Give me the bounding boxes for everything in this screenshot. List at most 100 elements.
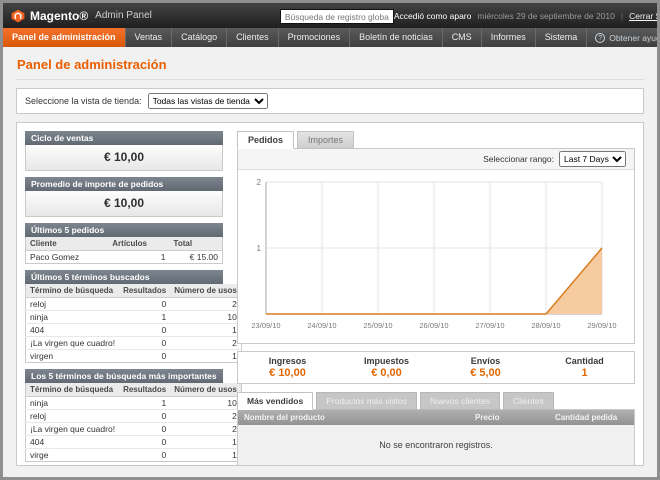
tab-mas-vendidos[interactable]: Más vendidos — [237, 392, 313, 410]
table-row[interactable]: ¡La virgen que cuadro! 0 2 — [26, 337, 242, 350]
logout-link[interactable]: Cerrar Sesión — [629, 11, 657, 21]
column-header: Cliente — [26, 237, 109, 251]
svg-text:2: 2 — [257, 178, 262, 187]
svg-text:27/09/10: 27/09/10 — [475, 321, 504, 330]
svg-text:28/09/10: 28/09/10 — [531, 321, 560, 330]
last-orders-box: Últimos 5 pedidos Cliente Artículos Tota… — [25, 223, 223, 264]
last-orders-table: Cliente Artículos Total Paco Gomez 1 € 1… — [25, 237, 223, 264]
nav-item-sistema[interactable]: Sistema — [536, 28, 588, 47]
orders-chart: 1 2 23/09/10 24/09/10 25/09/10 26/09/10 27/09/… — [242, 174, 622, 338]
help-icon: ? — [595, 33, 605, 43]
stat-envios: Envíos € 5,00 — [436, 356, 535, 379]
page-title: Panel de administración — [16, 53, 644, 80]
average-orders-title: Promedio de importe de pedidos — [25, 177, 223, 191]
chart-box: Seleccionar rango: Last 7 Days 1 2 23/09/1… — [237, 148, 635, 344]
column-header: Precio — [469, 410, 549, 425]
tab-importes[interactable]: Importes — [297, 131, 354, 149]
global-search-input[interactable] — [280, 9, 394, 24]
average-orders-value: € 10,00 — [25, 191, 223, 217]
nav-item-clientes[interactable]: Clientes — [227, 28, 279, 47]
column-header: Número de usos — [170, 284, 241, 298]
column-header: Número de usos — [170, 383, 241, 397]
nav-item-cms[interactable]: CMS — [443, 28, 482, 47]
top-search-terms-table: Término de búsqueda Resultados Número de… — [25, 383, 242, 462]
table-row[interactable]: Paco Gomez 1 € 15.00 — [26, 251, 223, 264]
svg-text:25/09/10: 25/09/10 — [363, 321, 392, 330]
stat-ingresos: Ingresos € 10,00 — [238, 356, 337, 379]
nav-item-informes[interactable]: Informes — [482, 28, 536, 47]
range-select[interactable]: Last 7 Days — [559, 151, 626, 167]
nav-item-dashboard[interactable]: Panel de administración — [3, 28, 126, 47]
last-orders-title: Últimos 5 pedidos — [25, 223, 223, 237]
column-header: Término de búsqueda — [26, 383, 120, 397]
svg-text:29/09/10: 29/09/10 — [587, 321, 616, 330]
svg-text:24/09/10: 24/09/10 — [307, 321, 336, 330]
table-row[interactable]: virge 0 1 — [26, 449, 242, 462]
range-label: Seleccionar rango: — [483, 154, 554, 164]
range-selector: Seleccionar rango: Last 7 Days — [238, 149, 634, 170]
products-tabs: Más vendidos Productos más vistos Nuevos… — [237, 392, 635, 410]
nav-item-ventas[interactable]: Ventas — [126, 28, 173, 47]
table-row[interactable]: ¡La virgen que cuadro! 0 2 — [26, 423, 242, 436]
store-view-label: Seleccione la vista de tienda: — [25, 96, 142, 106]
lifetime-sales-value: € 10,00 — [25, 145, 223, 171]
magento-logo-icon — [11, 9, 25, 23]
last-search-terms-box: Últimos 5 términos buscados Término de b… — [25, 270, 223, 363]
help-link[interactable]: ? Obtener ayuda para esta página — [587, 28, 657, 47]
tab-productos-mas-vistos[interactable]: Productos más vistos — [316, 392, 417, 410]
products-table-box: Nombre del producto Precio Cantidad pedi… — [237, 409, 635, 466]
magento-admin-page: Magento® Admin Panel Accedió como aparo … — [3, 3, 657, 477]
tab-nuevos-clientes[interactable]: Nuevos clientes — [420, 392, 500, 410]
top-search-terms-title: Los 5 términos de búsqueda más important… — [25, 369, 223, 383]
tab-clientes[interactable]: Clientes — [503, 392, 554, 410]
nav-item-promociones[interactable]: Promociones — [279, 28, 351, 47]
global-search — [280, 7, 394, 25]
svg-text:1: 1 — [257, 244, 262, 253]
help-label: Obtener ayuda para esta página — [609, 33, 657, 43]
last-search-terms-table: Término de búsqueda Resultados Número de… — [25, 284, 242, 363]
tab-pedidos[interactable]: Pedidos — [237, 131, 294, 149]
table-row[interactable]: ninja 1 10 — [26, 397, 242, 410]
table-row[interactable]: virgen 0 1 — [26, 350, 242, 363]
average-orders-box: Promedio de importe de pedidos € 10,00 — [25, 177, 223, 217]
svg-text:23/09/10: 23/09/10 — [251, 321, 280, 330]
logged-in-user: Accedió como aparo — [394, 11, 472, 21]
column-header: Nombre del producto — [238, 410, 469, 425]
dashboard-right-column: Pedidos Importes Seleccionar rango: Last… — [237, 131, 635, 457]
content-area: Panel de administración Seleccione la vi… — [3, 47, 657, 472]
top-search-terms-box: Los 5 términos de búsqueda más important… — [25, 369, 223, 462]
lifetime-sales-box: Ciclo de ventas € 10,00 — [25, 131, 223, 171]
dashboard: Ciclo de ventas € 10,00 Promedio de impo… — [16, 122, 644, 466]
svg-text:26/09/10: 26/09/10 — [419, 321, 448, 330]
stats-row: Ingresos € 10,00 Impuestos € 0,00 Envíos… — [237, 351, 635, 384]
stat-cantidad: Cantidad 1 — [535, 356, 634, 379]
nav-item-boletin[interactable]: Boletín de noticias — [350, 28, 443, 47]
empty-message: No se encontraron registros. — [238, 425, 634, 465]
column-header: Total — [170, 237, 223, 251]
logo-text: Magento® — [30, 9, 88, 23]
table-row[interactable]: ninja 1 10 — [26, 311, 242, 324]
chart-wrap: 1 2 23/09/10 24/09/10 25/09/10 26/09/10 27/09/… — [238, 170, 634, 343]
header-user-area: Accedió como aparo miércoles 29 de septi… — [394, 11, 657, 21]
logo-subtitle: Admin Panel — [95, 10, 152, 21]
last-search-terms-title: Últimos 5 términos buscados — [25, 270, 223, 284]
stat-impuestos: Impuestos € 0,00 — [337, 356, 436, 379]
column-header: Artículos — [108, 237, 169, 251]
table-row[interactable]: reloj 0 2 — [26, 410, 242, 423]
table-row[interactable]: 404 0 1 — [26, 324, 242, 337]
table-row[interactable]: reloj 0 2 — [26, 298, 242, 311]
store-view-select[interactable]: Todas las vistas de tienda — [148, 93, 268, 109]
column-header: Cantidad pedida — [549, 410, 634, 425]
chart-tabs: Pedidos Importes — [237, 131, 635, 149]
current-date: miércoles 29 de septiembre de 2010 — [477, 11, 615, 21]
separator: | — [621, 11, 623, 21]
column-header: Resultados — [119, 383, 170, 397]
column-header: Resultados — [119, 284, 170, 298]
main-nav: Panel de administración Ventas Catálogo … — [3, 28, 657, 47]
table-row[interactable]: 404 0 1 — [26, 436, 242, 449]
logo: Magento® Admin Panel — [11, 9, 152, 23]
store-view-switcher: Seleccione la vista de tienda: Todas las… — [16, 88, 644, 114]
products-table: Nombre del producto Precio Cantidad pedi… — [238, 410, 634, 465]
nav-item-catalogo[interactable]: Catálogo — [172, 28, 227, 47]
dashboard-left-column: Ciclo de ventas € 10,00 Promedio de impo… — [25, 131, 223, 457]
